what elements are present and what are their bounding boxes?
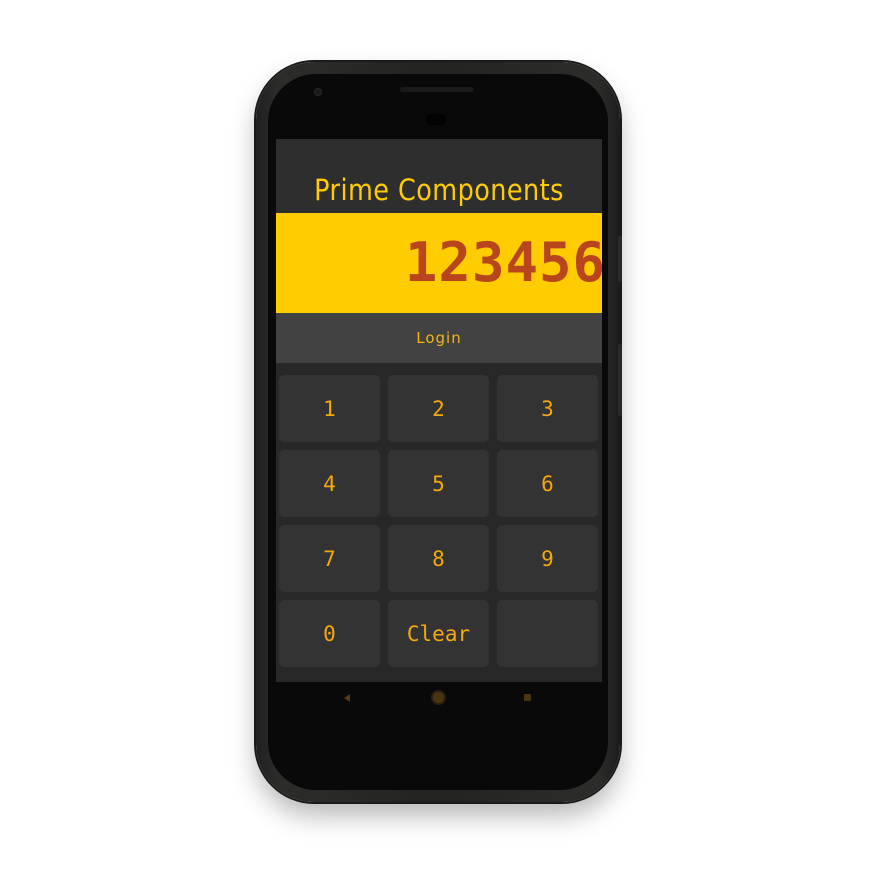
app-title: Prime Components (314, 173, 564, 207)
key-0[interactable]: 0 (279, 600, 380, 667)
login-button[interactable]: Login (276, 313, 602, 363)
earpiece-icon (426, 114, 446, 125)
key-6[interactable]: 6 (497, 450, 598, 517)
front-camera-icon (314, 88, 322, 96)
key-9[interactable]: 9 (497, 525, 598, 592)
keypad: 1 2 3 4 5 6 7 8 9 0 Clear (276, 363, 602, 682)
key-5[interactable]: 5 (388, 450, 489, 517)
key-7[interactable]: 7 (279, 525, 380, 592)
stage: Prime Components 123456 Login 1 2 3 4 5 … (0, 0, 880, 881)
clear-button[interactable]: Clear (388, 600, 489, 667)
key-2[interactable]: 2 (388, 375, 489, 442)
pin-display-value: 123456 (404, 231, 602, 294)
android-nav-bar (276, 682, 602, 716)
key-8[interactable]: 8 (388, 525, 489, 592)
back-icon[interactable] (344, 694, 350, 702)
key-3[interactable]: 3 (497, 375, 598, 442)
key-1[interactable]: 1 (279, 375, 380, 442)
pin-display: 123456 (276, 213, 602, 313)
key-4[interactable]: 4 (279, 450, 380, 517)
power-button (618, 236, 622, 282)
key-empty (497, 600, 598, 667)
recent-apps-icon[interactable] (524, 694, 531, 701)
app-screen: Prime Components 123456 Login 1 2 3 4 5 … (276, 139, 602, 682)
home-icon[interactable] (433, 692, 444, 703)
volume-button (618, 344, 622, 416)
top-speaker-grille (400, 87, 474, 92)
